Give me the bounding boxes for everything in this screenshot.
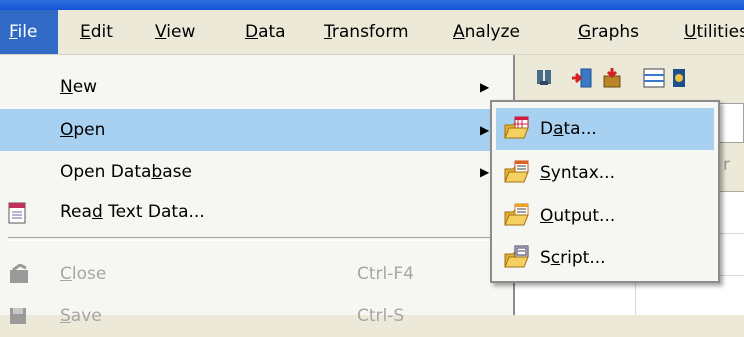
menu-graphs[interactable]: Graphs — [578, 10, 639, 54]
menu-view[interactable]: View — [155, 10, 195, 54]
menu-edit[interactable]: Edit — [80, 10, 113, 54]
split-file-icon[interactable] — [643, 67, 665, 89]
file-menu-close[interactable]: Close Ctrl-F4 — [0, 253, 513, 295]
menu-transform[interactable]: Transform — [324, 10, 409, 54]
open-output-icon — [504, 203, 529, 226]
menu-file-rest: ile — [17, 22, 38, 42]
goto-variable-icon[interactable] — [601, 67, 623, 89]
submenu-arrow-icon: ▶ — [480, 165, 490, 179]
menu-data[interactable]: Data — [245, 10, 286, 54]
goto-case-icon[interactable] — [571, 67, 593, 89]
open-data-item[interactable]: Data... — [496, 108, 714, 150]
file-menu-open-database[interactable]: Open Database ▶ — [0, 151, 513, 193]
file-menu-save[interactable]: Save Ctrl-S — [0, 295, 513, 337]
open-script-icon — [504, 245, 529, 268]
save-icon — [10, 308, 26, 324]
window-title-bar — [0, 0, 744, 10]
menu-utilities[interactable]: Utilities — [684, 10, 744, 54]
weight-cases-icon[interactable] — [671, 67, 693, 89]
open-script-item[interactable]: Script... — [496, 237, 714, 279]
menu-separator — [8, 237, 508, 241]
submenu-arrow-icon: ▶ — [480, 123, 490, 137]
text-data-icon — [8, 202, 26, 224]
file-menu-open[interactable]: Open ▶ — [0, 109, 513, 151]
close-doc-icon — [10, 264, 28, 283]
open-data-icon — [504, 116, 529, 139]
menu-analyze[interactable]: Analyze — [453, 10, 520, 54]
find-icon[interactable] — [533, 67, 555, 89]
open-submenu: Data... Syntax... Output... Script... — [490, 100, 720, 283]
submenu-arrow-icon: ▶ — [480, 80, 490, 94]
toolbar — [515, 55, 744, 103]
menu-file[interactable]: File — [0, 10, 58, 54]
file-menu-read-text-data[interactable]: Read Text Data... — [0, 191, 513, 233]
menu-bar: File Edit View Data Transform Analyze Gr… — [0, 10, 744, 55]
file-menu-new[interactable]: New ▶ — [0, 66, 513, 108]
file-menu-dropdown: New ▶ Open ▶ Open Database ▶ Read Text D… — [0, 55, 515, 326]
open-syntax-icon — [504, 160, 529, 183]
open-output-item[interactable]: Output... — [496, 195, 714, 237]
open-syntax-item[interactable]: Syntax... — [496, 152, 714, 194]
